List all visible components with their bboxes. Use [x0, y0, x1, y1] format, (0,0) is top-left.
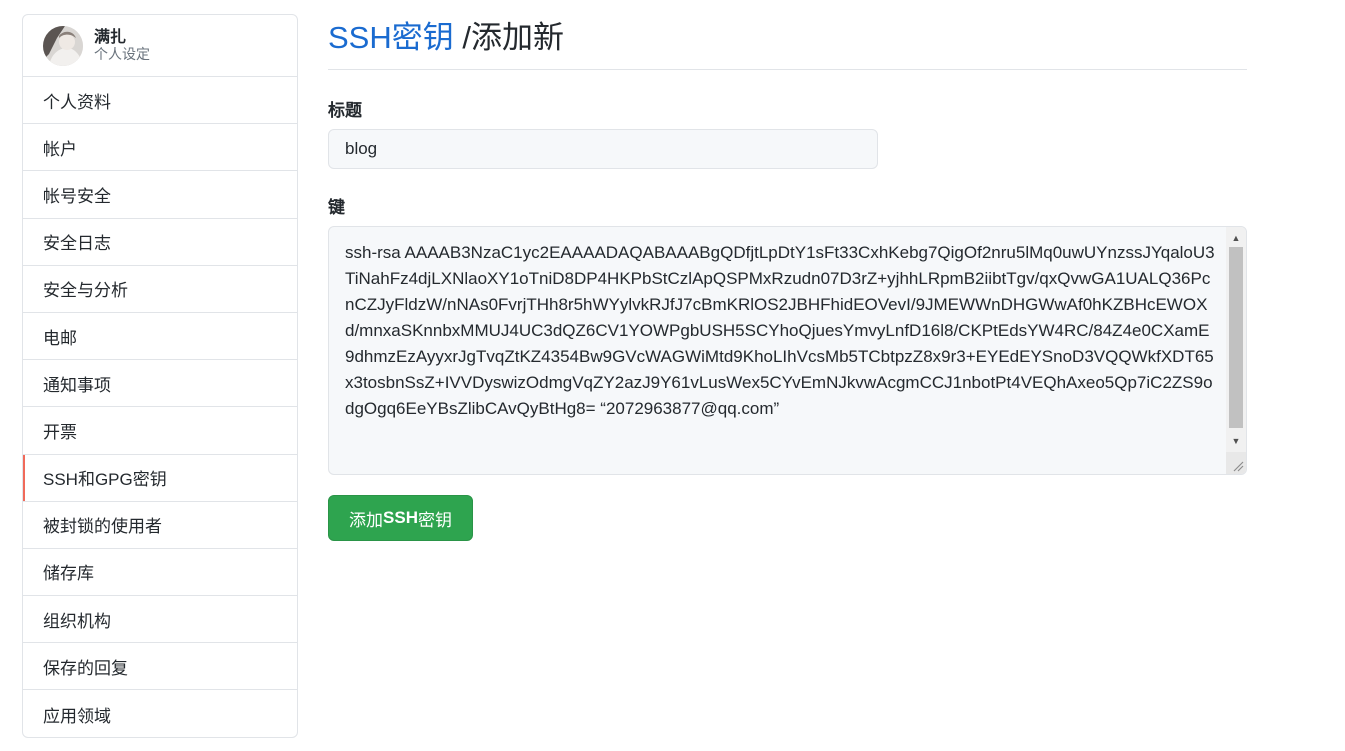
sidebar-item-billing[interactable]: 开票 — [23, 407, 297, 455]
sidebar-item-applications[interactable]: 应用领域 — [23, 690, 297, 737]
breadcrumb-ssh-keys-link[interactable]: SSH密钥 — [328, 20, 454, 55]
scroll-down-arrow-icon[interactable]: ▼ — [1226, 432, 1246, 450]
sidebar-item-label: 开票 — [43, 422, 77, 442]
resize-grip-icon[interactable] — [1226, 452, 1246, 474]
profile-name[interactable]: 满扎 — [94, 29, 150, 47]
sidebar-item-account[interactable]: 帐户 — [23, 124, 297, 172]
avatar[interactable] — [43, 25, 83, 66]
sidebar-item-security-log[interactable]: 安全日志 — [23, 219, 297, 266]
scrollbar-thumb[interactable] — [1229, 247, 1243, 428]
sidebar-item-profile[interactable]: 个人资料 — [23, 77, 297, 125]
page-title-suffix: /添加新 — [453, 20, 564, 55]
sidebar-item-blocked-users[interactable]: 被封锁的使用者 — [23, 502, 297, 549]
main-content: SSH密钥 /添加新 标题 blog 键 ssh-rsa AAAAB3NzaC1… — [328, 14, 1247, 541]
sidebar-item-emails[interactable]: 电邮 — [23, 313, 297, 361]
sidebar-item-label: 安全日志 — [43, 234, 111, 254]
sidebar-item-label: 组织机构 — [43, 611, 111, 631]
key-textarea-scrollbar[interactable]: ▲ ▼ — [1226, 227, 1246, 474]
sidebar-item-label: SSH和GPG密钥 — [43, 470, 167, 490]
key-textarea-content[interactable]: ssh-rsa AAAAB3NzaC1yc2EAAAADAQABAAABgQDf… — [345, 240, 1215, 422]
sidebar-item-label: 通知事项 — [43, 375, 111, 395]
sidebar-item-security-analysis[interactable]: 安全与分析 — [23, 266, 297, 313]
title-input[interactable]: blog — [328, 129, 878, 169]
key-textarea[interactable]: ssh-rsa AAAAB3NzaC1yc2EAAAADAQABAAABgQDf… — [328, 226, 1247, 475]
sidebar-item-label: 应用领域 — [43, 706, 111, 726]
sidebar-item-saved-replies[interactable]: 保存的回复 — [23, 643, 297, 691]
profile-subtitle: 个人设定 — [94, 46, 150, 63]
add-button-bold: SSH — [383, 508, 418, 527]
sidebar-item-label: 被封锁的使用者 — [43, 517, 162, 537]
title-divider — [328, 69, 1247, 70]
sidebar-item-label: 安全与分析 — [43, 281, 128, 301]
sidebar-item-label: 电邮 — [43, 328, 77, 348]
settings-sidebar: 满扎 个人设定 个人资料 帐户 帐号安全 安全日志 安全与分析 电邮 通知事项 … — [22, 14, 298, 738]
sidebar-item-label: 帐号安全 — [43, 186, 111, 206]
sidebar-item-label: 帐户 — [43, 139, 77, 159]
sidebar-item-account-security[interactable]: 帐号安全 — [23, 171, 297, 219]
page-title: SSH密钥 /添加新 — [328, 14, 1247, 55]
sidebar-item-ssh-gpg-keys[interactable]: SSH和GPG密钥 — [23, 454, 297, 502]
sidebar-item-label: 保存的回复 — [43, 658, 128, 678]
avatar-image-icon — [43, 25, 83, 66]
key-field-label: 键 — [328, 198, 345, 217]
add-button-suffix: 密钥 — [417, 510, 452, 530]
title-field-label: 标题 — [328, 101, 362, 120]
sidebar-item-repositories[interactable]: 储存库 — [23, 549, 297, 597]
add-button-prefix: 添加 — [349, 510, 384, 530]
add-ssh-key-button[interactable]: 添加 SSH 密钥 — [328, 495, 473, 541]
profile-header[interactable]: 满扎 个人设定 — [23, 15, 297, 77]
sidebar-item-label: 储存库 — [43, 564, 94, 584]
sidebar-item-notifications[interactable]: 通知事项 — [23, 360, 297, 408]
scroll-up-arrow-icon[interactable]: ▲ — [1226, 229, 1246, 247]
sidebar-item-organizations[interactable]: 组织机构 — [23, 596, 297, 644]
sidebar-item-label: 个人资料 — [43, 92, 111, 112]
